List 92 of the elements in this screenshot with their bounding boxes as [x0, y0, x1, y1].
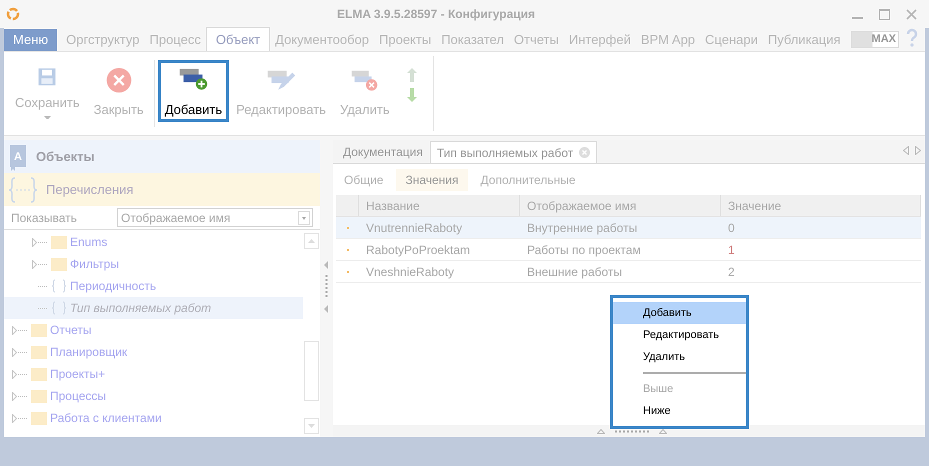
- close-tab-icon[interactable]: [579, 147, 590, 158]
- document-tab[interactable]: Документация: [336, 141, 430, 163]
- maximize-icon[interactable]: [879, 8, 890, 20]
- tree-item[interactable]: Отчеты: [4, 319, 303, 341]
- app-logo-icon: [6, 7, 20, 21]
- curly-braces-icon: [51, 279, 67, 293]
- ribbon-tab[interactable]: Публикация: [762, 29, 846, 51]
- scroll-down-icon[interactable]: [304, 418, 319, 434]
- column-header[interactable]: Значение: [721, 195, 921, 216]
- menu-item[interactable]: Удалить: [613, 346, 746, 368]
- ribbon-tab[interactable]: Документообор: [270, 29, 374, 51]
- expand-up-icon[interactable]: [659, 428, 667, 434]
- tree-item[interactable]: Периодичность: [4, 275, 303, 297]
- menu-item[interactable]: Редактировать: [613, 324, 746, 346]
- close-icon[interactable]: [906, 8, 917, 20]
- splitter-grip-icon[interactable]: [325, 275, 328, 299]
- tree-item[interactable]: Тип выполняемых работ: [4, 297, 303, 319]
- table-cell-text: 0: [727, 220, 736, 236]
- folder-icon: [31, 346, 47, 358]
- move-up-icon[interactable]: [406, 68, 417, 82]
- table-cell-text: RabotyPoProektam: [365, 242, 472, 258]
- row-marker-icon: [346, 226, 348, 228]
- add-button[interactable]: Добавить: [158, 60, 230, 122]
- ribbon-tab[interactable]: Оргструктур: [61, 29, 144, 51]
- scrollbar[interactable]: [303, 230, 320, 437]
- window-title: ELMA 3.9.5.28597 - Конфигурация: [336, 6, 536, 23]
- row-marker-icon: [346, 248, 348, 250]
- column-header[interactable]: Отображаемое имя: [520, 195, 721, 216]
- curly-braces-icon: [51, 301, 67, 315]
- sub-tab[interactable]: Значения: [396, 169, 468, 191]
- folder-icon: [31, 390, 47, 402]
- sidebar-section[interactable]: Перечисления: [4, 173, 320, 206]
- ribbon-tab[interactable]: Показател: [436, 29, 509, 51]
- tree-item[interactable]: Enums: [4, 231, 303, 253]
- menu-item[interactable]: Добавить: [613, 302, 746, 324]
- table-cell-text: Внешние работы: [526, 264, 624, 280]
- expand-arrow-icon[interactable]: [12, 348, 28, 356]
- table-cell-text: 1: [727, 242, 736, 258]
- scroll-thumb[interactable]: [304, 341, 319, 401]
- folder-icon: [31, 324, 47, 336]
- document-tab[interactable]: Тип выполняемых работ: [430, 141, 598, 163]
- folder-icon: [31, 412, 47, 424]
- collapse-left-icon[interactable]: [324, 261, 329, 269]
- tree-item[interactable]: Работа с клиентами: [4, 407, 303, 429]
- tree-item[interactable]: Процессы: [4, 385, 303, 407]
- table-row[interactable]: VnutrennieRaboty Внутренние работы 0: [336, 217, 921, 239]
- table-cell-text: VnutrennieRaboty: [365, 220, 464, 236]
- ribbon-tab[interactable]: BPM App: [636, 29, 700, 51]
- move-down-icon[interactable]: [406, 88, 417, 102]
- sidebar-section[interactable]: A Объекты: [4, 140, 320, 173]
- splitter-grip-icon[interactable]: [615, 430, 649, 432]
- ribbon-tab[interactable]: Интерфей: [564, 29, 636, 51]
- scroll-tabs-left-icon[interactable]: [903, 146, 909, 155]
- expand-arrow-icon[interactable]: [12, 326, 28, 334]
- tree-item[interactable]: Фильтры: [4, 253, 303, 275]
- curly-braces-icon: [8, 176, 38, 204]
- help-icon[interactable]: [905, 28, 919, 48]
- expand-up-icon[interactable]: [597, 428, 605, 434]
- menu-button[interactable]: Меню: [4, 29, 58, 51]
- sub-tab[interactable]: Общие: [335, 169, 392, 191]
- ribbon-tab[interactable]: Объект: [206, 27, 270, 51]
- table-cell-text: 2: [727, 264, 736, 280]
- scroll-up-icon[interactable]: [304, 233, 319, 249]
- expand-arrow-icon[interactable]: [12, 392, 28, 400]
- ribbon-tab[interactable]: Сценари: [700, 29, 763, 51]
- show-label: Показывать: [11, 210, 78, 226]
- dropdown-caret-icon: [298, 210, 310, 224]
- scroll-tabs-right-icon[interactable]: [915, 146, 921, 155]
- expand-arrow-icon[interactable]: [12, 370, 28, 378]
- expand-arrow-icon[interactable]: [32, 260, 48, 268]
- collapse-left-icon[interactable]: [324, 305, 329, 313]
- table-cell-text: VneshnieRaboty: [365, 264, 456, 280]
- table-cell-text: Внутренние работы: [526, 220, 638, 236]
- folder-icon: [51, 236, 67, 248]
- sub-tab[interactable]: Дополнительные: [472, 169, 585, 191]
- max-toggle[interactable]: MAX: [851, 31, 899, 48]
- row-marker-icon: [346, 270, 348, 272]
- folder-icon: [51, 258, 67, 270]
- expand-arrow-icon[interactable]: [12, 414, 28, 422]
- ribbon-tab[interactable]: Проекты: [374, 29, 436, 51]
- tree-item[interactable]: Проекты+: [4, 363, 303, 385]
- ribbon-tab[interactable]: Процесс: [144, 29, 206, 51]
- tree-item[interactable]: Планировщик: [4, 341, 303, 363]
- close-circle-icon: [104, 67, 133, 94]
- table-cell-text: Работы по проектам: [526, 242, 642, 258]
- ribbon-tab[interactable]: Отчеты: [508, 29, 564, 51]
- caret-icon: [44, 116, 51, 119]
- menu-item[interactable]: Ниже: [613, 400, 746, 422]
- column-header[interactable]: Название: [359, 195, 520, 216]
- folder-icon: [31, 368, 47, 380]
- expand-arrow-icon[interactable]: [32, 238, 48, 246]
- display-name-dropdown[interactable]: Отображаемое имя: [117, 208, 313, 227]
